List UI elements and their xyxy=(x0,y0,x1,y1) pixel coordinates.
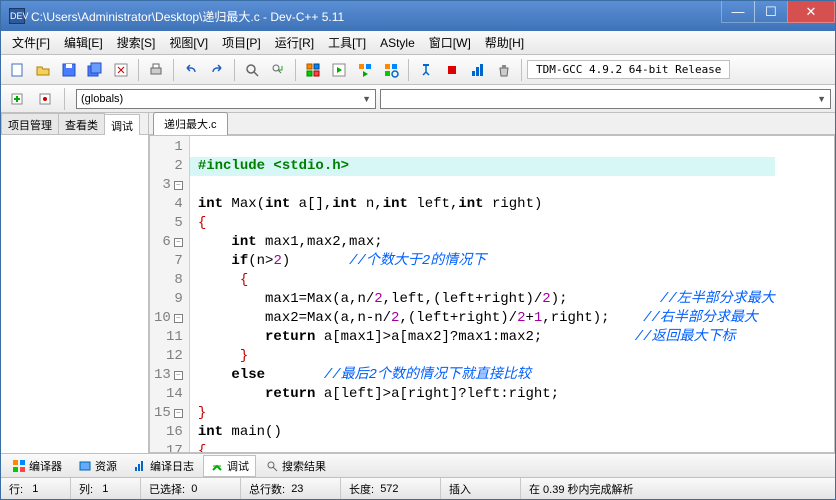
menu-run[interactable]: 运行[R] xyxy=(268,31,321,54)
fold-icon[interactable]: − xyxy=(174,238,183,247)
replace-button[interactable] xyxy=(266,58,290,82)
profile-button[interactable] xyxy=(466,58,490,82)
new-project-button[interactable] xyxy=(5,87,29,111)
code-content[interactable]: #include <stdio.h> int Max(int a[],int n… xyxy=(190,136,775,452)
log-icon xyxy=(133,459,147,473)
globals-label: (globals) xyxy=(81,93,123,105)
undo-button[interactable] xyxy=(179,58,203,82)
btab-log[interactable]: 编译日志 xyxy=(126,455,201,477)
menu-view[interactable]: 视图[V] xyxy=(162,31,215,54)
menu-tools[interactable]: 工具[T] xyxy=(321,31,373,54)
new-file-button[interactable] xyxy=(5,58,29,82)
menu-project[interactable]: 项目[P] xyxy=(215,31,268,54)
sb-parse: 在 0.39 秒内完成解析 xyxy=(521,478,835,499)
fold-icon[interactable]: − xyxy=(174,371,183,380)
line-gutter: 123−456−78910−111213−1415−161718 xyxy=(150,136,190,452)
menu-astyle[interactable]: AStyle xyxy=(373,33,422,53)
debug-button[interactable] xyxy=(414,58,438,82)
left-panel-content xyxy=(1,135,148,453)
chevron-down-icon: ▼ xyxy=(817,94,826,104)
menu-window[interactable]: 窗口[W] xyxy=(422,31,478,54)
print-button[interactable] xyxy=(144,58,168,82)
fold-icon[interactable]: − xyxy=(174,314,183,323)
minimize-button[interactable]: — xyxy=(721,1,755,23)
menubar: 文件[F] 编辑[E] 搜索[S] 视图[V] 项目[P] 运行[R] 工具[T… xyxy=(1,31,835,55)
app-icon: DEV xyxy=(9,8,25,24)
debug-icon xyxy=(210,459,224,473)
close-file-button[interactable] xyxy=(109,58,133,82)
run-button[interactable] xyxy=(327,58,351,82)
fold-icon[interactable]: − xyxy=(174,181,183,190)
btab-search[interactable]: 搜索结果 xyxy=(258,455,333,477)
left-panel: 项目管理 查看类 调试 xyxy=(1,113,149,453)
compile-run-button[interactable] xyxy=(353,58,377,82)
bottom-tabs: 编译器 资源 编译日志 调试 搜索结果 xyxy=(1,453,835,477)
save-button[interactable] xyxy=(57,58,81,82)
resources-icon xyxy=(78,459,92,473)
menu-file[interactable]: 文件[F] xyxy=(5,31,57,54)
globals-combo[interactable]: (globals) ▼ xyxy=(76,89,376,109)
toolbar-main: TDM-GCC 4.9.2 64-bit Release xyxy=(1,55,835,85)
sb-mode: 插入 xyxy=(441,478,521,499)
rebuild-button[interactable] xyxy=(379,58,403,82)
titlebar[interactable]: DEV C:\Users\Administrator\Desktop\递归最大.… xyxy=(1,1,835,31)
sb-line: 行: 1 xyxy=(1,478,71,499)
clean-button[interactable] xyxy=(492,58,516,82)
sb-sel: 已选择: 0 xyxy=(141,478,241,499)
redo-button[interactable] xyxy=(205,58,229,82)
maximize-button[interactable]: ☐ xyxy=(754,1,788,23)
menu-search[interactable]: 搜索[S] xyxy=(110,31,163,54)
code-editor[interactable]: 123−456−78910−111213−1415−161718 #includ… xyxy=(149,135,835,453)
find-button[interactable] xyxy=(240,58,264,82)
sb-total: 总行数: 23 xyxy=(241,478,341,499)
tab-debug[interactable]: 调试 xyxy=(104,114,140,135)
file-tabs: 递归最大.c xyxy=(149,113,835,135)
fold-icon[interactable]: − xyxy=(174,409,183,418)
stop-button[interactable] xyxy=(440,58,464,82)
search-icon xyxy=(265,459,279,473)
save-all-button[interactable] xyxy=(83,58,107,82)
btab-debug[interactable]: 调试 xyxy=(203,455,256,477)
chevron-down-icon: ▼ xyxy=(362,94,371,104)
compile-button[interactable] xyxy=(301,58,325,82)
compiler-combo[interactable]: TDM-GCC 4.9.2 64-bit Release xyxy=(527,60,730,79)
bookmark-button[interactable] xyxy=(33,87,57,111)
statusbar: 行: 1 列: 1 已选择: 0 总行数: 23 长度: 572 插入 在 0.… xyxy=(1,477,835,499)
btab-resources[interactable]: 资源 xyxy=(71,455,124,477)
file-tab-active[interactable]: 递归最大.c xyxy=(153,112,228,135)
tab-classes[interactable]: 查看类 xyxy=(58,113,105,134)
toolbar-nav: (globals) ▼ ▼ xyxy=(1,85,835,113)
app-window: DEV C:\Users\Administrator\Desktop\递归最大.… xyxy=(0,0,836,500)
compiler-icon xyxy=(12,459,26,473)
open-button[interactable] xyxy=(31,58,55,82)
menu-help[interactable]: 帮助[H] xyxy=(478,31,531,54)
sb-col: 列: 1 xyxy=(71,478,141,499)
window-title: C:\Users\Administrator\Desktop\递归最大.c - … xyxy=(31,8,722,25)
close-button[interactable]: ✕ xyxy=(787,1,835,23)
tab-project[interactable]: 项目管理 xyxy=(1,113,59,134)
btab-compiler[interactable]: 编译器 xyxy=(5,455,69,477)
functions-combo[interactable]: ▼ xyxy=(380,89,831,109)
sb-len: 长度: 572 xyxy=(341,478,441,499)
menu-edit[interactable]: 编辑[E] xyxy=(57,31,110,54)
